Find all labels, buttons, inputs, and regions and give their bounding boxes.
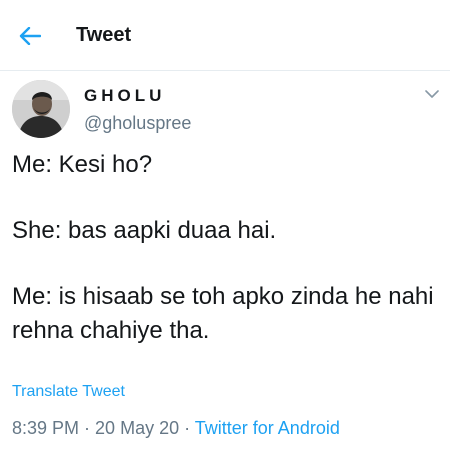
page-title: Tweet [76, 24, 132, 46]
tweet-line: She: bas aapki duaa hai. [12, 217, 277, 244]
author-display-name[interactable]: GHOLU [84, 86, 165, 106]
avatar[interactable] [12, 80, 70, 138]
tweet-date: 20 May 20 [95, 418, 180, 438]
author-handle[interactable]: @gholuspree [84, 113, 191, 134]
user-avatar-icon [12, 80, 70, 138]
meta-separator: · [179, 418, 195, 438]
tweet-metadata: 8:39 PM · 20 May 20 · Twitter for Androi… [12, 418, 340, 439]
chevron-down-icon [425, 89, 439, 98]
back-button[interactable] [12, 20, 48, 52]
meta-separator: · [79, 418, 96, 438]
translate-tweet-link[interactable]: Translate Tweet [12, 383, 125, 401]
tweet-line: Me: is hisaab se toh apko zinda he nahi … [12, 283, 434, 344]
tweet-text: Me: Kesi ho? She: bas aapki duaa hai. Me… [12, 148, 438, 348]
more-options-button[interactable] [422, 86, 442, 102]
top-bar: Tweet [0, 0, 450, 71]
tweet-line: Me: Kesi ho? [12, 151, 153, 178]
tweet-time: 8:39 PM [12, 418, 80, 438]
arrow-left-icon [19, 27, 41, 45]
tweet-source-link[interactable]: Twitter for Android [195, 418, 340, 438]
